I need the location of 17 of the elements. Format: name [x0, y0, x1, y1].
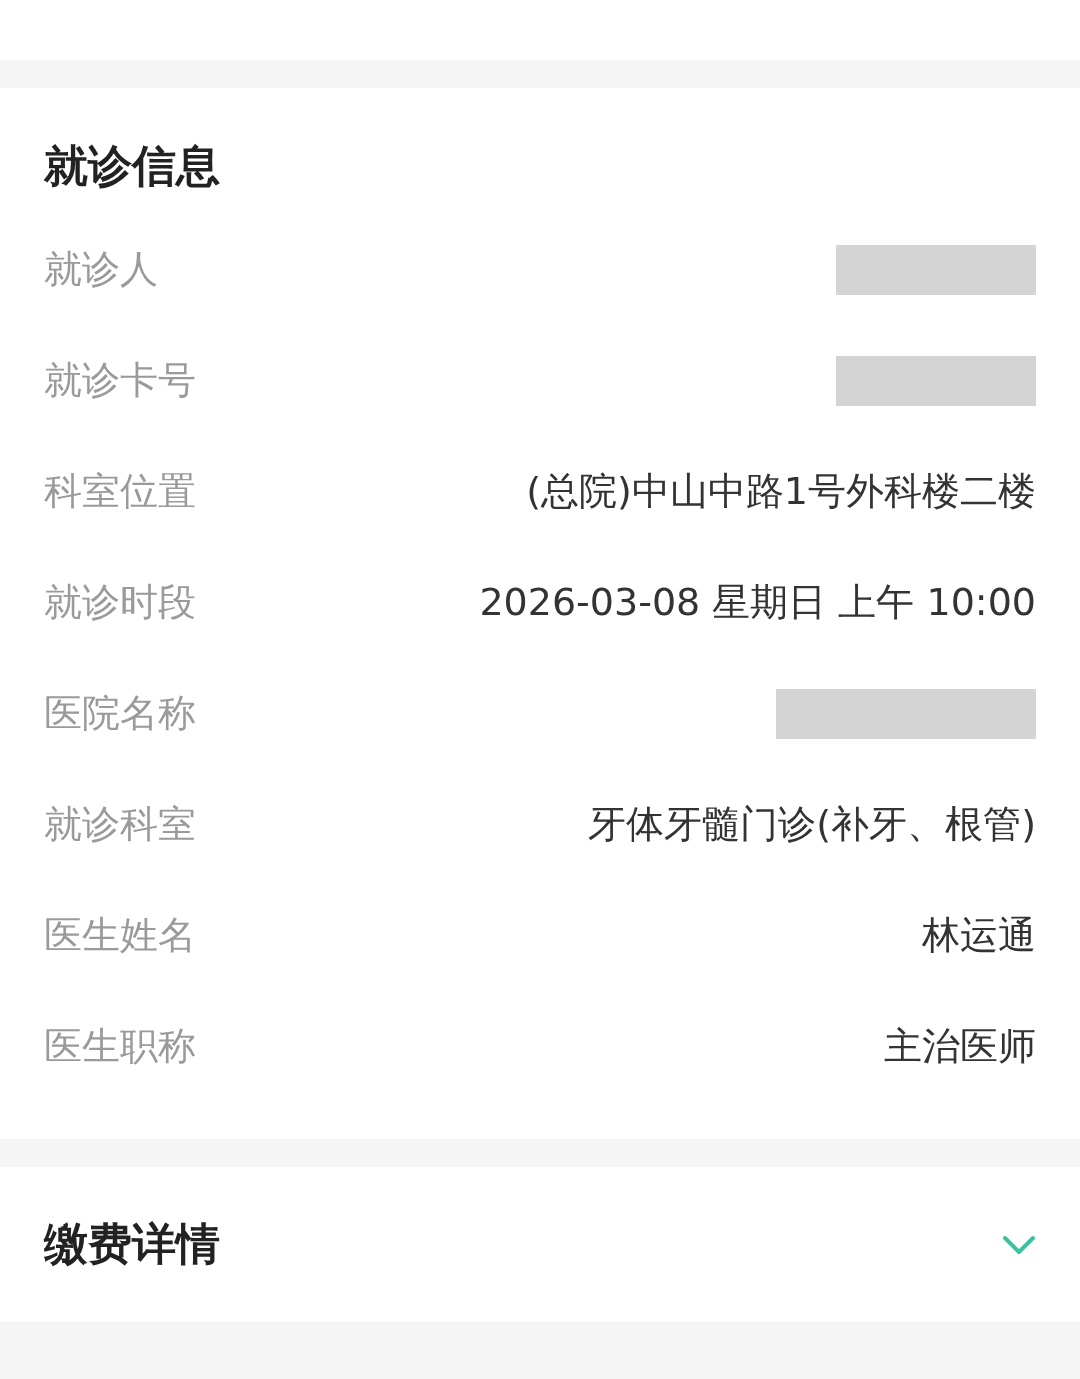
field-label: 就诊卡号	[44, 357, 196, 404]
field-value: 林运通	[922, 912, 1036, 959]
field-label: 就诊时段	[44, 579, 196, 626]
field-value: (总院)中山中路1号外科楼二楼	[526, 468, 1036, 515]
field-label: 医院名称	[44, 690, 196, 737]
field-label: 医生姓名	[44, 912, 196, 959]
field-value: 主治医师	[884, 1023, 1036, 1070]
field-label: 就诊人	[44, 246, 158, 293]
chevron-icon	[1002, 1233, 1036, 1256]
field-label: 医生职称	[44, 1023, 196, 1070]
field-value: 2026-03-08 星期日 上午 10:00	[479, 579, 1036, 626]
field-label: 就诊科室	[44, 801, 196, 848]
payment-header[interactable]: 缴费详情	[0, 1167, 1080, 1322]
field-value: 牙体牙髓门诊(补牙、根管)	[588, 801, 1036, 848]
section-title: 缴费详情	[44, 1217, 220, 1271]
field-label: 科室位置	[44, 468, 196, 515]
section-title: 就诊信息	[44, 138, 221, 193]
